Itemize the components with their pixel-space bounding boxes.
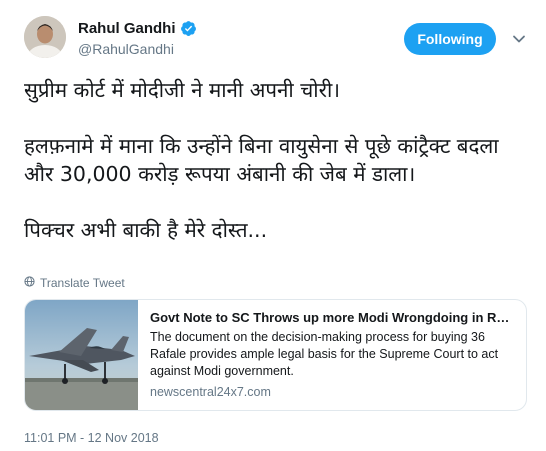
card-title[interactable]: Govt Note to SC Throws up more Modi Wron… [150,309,516,326]
verified-badge-icon [180,20,197,37]
tweet-timestamp[interactable]: 11:01 PM - 12 Nov 2018 [24,431,159,445]
globe-icon [24,276,35,290]
translate-label[interactable]: Translate Tweet [40,276,125,290]
tweet-paragraph: सुप्रीम कोर्ट में मोदीजी ने मानी अपनी चो… [24,78,341,102]
card-description: The document on the decision-making proc… [150,330,499,378]
translate-tweet-link[interactable]: Translate Tweet [24,276,125,290]
card-domain: newscentral24x7.com [150,385,271,399]
fighter-jet-image[interactable] [25,300,138,410]
link-preview-card[interactable]: Govt Note to SC Throws up more Modi Wron… [24,299,527,411]
tweet-paragraph: पिक्चर अभी बाकी है मेरे दोस्त... [24,218,268,242]
following-button[interactable]: Following [404,23,496,55]
chevron-down-icon[interactable] [512,32,526,46]
author-name-row[interactable]: Rahul Gandhi [78,20,197,37]
avatar[interactable] [24,16,66,58]
author-name[interactable]: Rahul Gandhi [78,20,176,37]
author-handle[interactable]: @RahulGandhi [78,41,174,57]
tweet-paragraph: हलफ़नामे में माना कि उन्होंने बिना वायुस… [24,134,499,186]
tweet-text: सुप्रीम कोर्ट में मोदीजी ने मानी अपनी चो… [24,76,524,244]
